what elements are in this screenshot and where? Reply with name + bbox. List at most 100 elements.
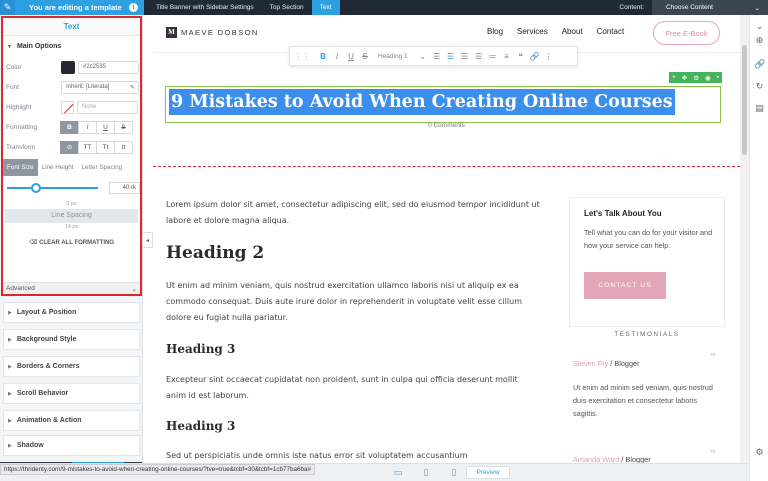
add-icon[interactable]: + [672,74,676,81]
bold-icon[interactable]: B [316,52,330,61]
contact-us-button[interactable]: CONTACT US [584,272,666,299]
tab-letter-spacing[interactable]: Letter Spacing [77,159,126,176]
font-value: Inherit: [Literata] [66,84,110,90]
choose-content-dropdown[interactable]: Choose Content ⌄ [652,0,768,15]
no-color-swatch[interactable] [61,100,74,114]
chevron-down-icon[interactable]: ⌄ [754,21,765,32]
link-icon[interactable]: 🔗 [528,52,542,61]
color-input[interactable]: #2c2535 [78,60,139,74]
align-justify-icon[interactable]: ☰ [472,52,486,61]
testimonial-text: Ut enim ad minim sed veniam, quis nostru… [573,383,713,418]
underline-button[interactable]: U [96,120,115,134]
font-size-input[interactable]: 40 rk [108,182,140,194]
breadcrumb-top-section[interactable]: Top Section [262,0,312,15]
quote-icon[interactable]: ❝ [514,52,528,61]
color-swatch[interactable] [61,60,75,74]
testimonial-role: Blogger [614,359,640,368]
uppercase-button[interactable]: TT [78,140,97,154]
accordion-background-style[interactable]: ▶ Background Style [3,329,140,350]
heading-3: Heading 3 [166,419,236,433]
accordion-borders-corners[interactable]: ▶ Borders & Corners [3,356,140,377]
save-template-icon[interactable]: ◉ [705,74,711,82]
canvas-scrollbar[interactable] [740,15,749,463]
accordion-label: Scroll Behavior [16,390,69,397]
settings-icon[interactable]: ⚙ [693,74,699,82]
formatting-label: Formatting [6,123,38,131]
align-left-icon[interactable]: ☰ [430,52,444,61]
accordion-layout-position[interactable]: ▶ Layout & Position [3,302,140,323]
align-right-icon[interactable]: ☰ [458,52,472,61]
delete-icon[interactable]: ▪ [717,74,719,81]
spacing-bottom-label: 14 px [64,224,79,230]
more-icon[interactable]: ⋮ [542,52,556,61]
accordion-scroll-behavior[interactable]: ▶ Scroll Behavior [3,383,140,404]
slider-handle[interactable] [31,183,42,193]
strikethrough-icon[interactable]: S [358,52,372,61]
bottom-bar: https://thridenty.com/9-mistakes-to-avoi… [0,463,749,481]
breadcrumb: Title Banner with Sidebar Settings Top S… [148,0,340,15]
nav-blog[interactable]: Blog [487,27,503,36]
transform-label: Transform [6,143,36,151]
preview-button[interactable]: Preview [466,466,510,479]
page-title[interactable]: 9 Mistakes to Avoid When Creating Online… [169,89,675,115]
scrollbar-thumb[interactable] [742,45,747,155]
accordion-shadow[interactable]: ▶ Shadow [3,435,140,456]
thrive-logo-icon[interactable]: ✎ [0,0,15,15]
nav-contact[interactable]: Contact [597,27,625,36]
tab-line-height[interactable]: Line Height [38,159,78,176]
chevron-down-icon[interactable]: ⌄ [416,52,430,61]
transform-none-button[interactable]: ⊘ [60,140,79,154]
info-icon[interactable]: i [129,3,138,12]
text-format-toolbar: ⋮⋮ B I U S Heading 1 ⌄ ☰ ☰ ☰ ☰ ≔ ≡ ❝ 🔗 ⋮ [289,46,578,66]
line-spacing-bar[interactable]: Line Spacing [5,209,138,223]
highlight-input[interactable]: None [77,100,138,114]
site-logo[interactable]: M MAEVE DOBSON [166,27,259,38]
mobile-icon[interactable]: ▯ [440,467,468,478]
capitalize-button[interactable]: Tt [96,140,115,154]
italic-button[interactable]: I [78,120,97,134]
element-actions: + ✥ ⚙ ◉ ▪ [669,72,722,83]
font-size-value: 40 [122,185,130,191]
main-options-toggle[interactable]: ▼ Main Options [3,36,140,57]
collapse-panel-button[interactable]: ◂ [143,232,153,248]
align-center-icon[interactable]: ☰ [444,52,458,61]
desktop-icon[interactable]: ▭ [384,467,412,478]
transform-row: Transform ⊘ TT Tt tt [3,137,140,157]
tab-font-size[interactable]: Font Size [3,159,38,176]
nav-services[interactable]: Services [517,27,548,36]
comments-count[interactable]: 0 Comments [153,122,740,129]
underline-icon[interactable]: U [344,52,358,61]
breadcrumb-title-banner[interactable]: Title Banner with Sidebar Settings [148,0,262,15]
bullet-list-icon[interactable]: ≔ [486,52,500,61]
settings-icon[interactable]: ⚙ [754,447,765,458]
font-size-slider[interactable] [7,183,98,193]
testimonials-heading: TESTIMONIALS [614,331,680,338]
add-element-icon[interactable]: ⊕ [754,35,765,46]
caret-right-icon: ▶ [8,336,12,343]
accordion-label: Shadow [16,442,44,449]
right-toolbar: ⌄ ⊕ 🔗 ↻ ▤ ⚙ [749,15,768,481]
tablet-icon[interactable]: ▯ [412,467,440,478]
numbered-list-icon[interactable]: ≡ [500,52,514,61]
heading-select[interactable]: Heading 1 [378,53,408,60]
pencil-icon[interactable]: ✎ [130,84,135,91]
quote-icon: ❞ [710,351,716,364]
font-select[interactable]: Inherit: [Literata] ✎ [61,80,139,94]
advanced-toggle[interactable]: Advanced ⌄ [3,282,140,294]
nav-about[interactable]: About [562,27,583,36]
link-icon[interactable]: 🔗 [754,59,765,70]
lowercase-button[interactable]: tt [114,140,133,154]
italic-icon[interactable]: I [330,52,344,61]
refresh-icon[interactable]: ↻ [754,81,765,92]
layout-icon[interactable]: ▤ [754,103,765,114]
logo-mark-icon: M [166,27,177,38]
drag-handle-icon[interactable]: ⋮⋮ [294,52,310,61]
testimonial-author: Amanda Ward / Blogger [573,455,651,463]
move-icon[interactable]: ✥ [682,74,687,82]
strikethrough-button[interactable]: S [114,120,133,134]
accordion-animation-action[interactable]: ▶ Animation & Action [3,410,140,431]
bold-button[interactable]: B [60,120,79,134]
free-ebook-button[interactable]: Free E-Book [653,21,720,45]
clear-formatting-button[interactable]: ⌫ CLEAR ALL FORMATTING [3,235,140,251]
breadcrumb-text[interactable]: Text [311,0,340,15]
